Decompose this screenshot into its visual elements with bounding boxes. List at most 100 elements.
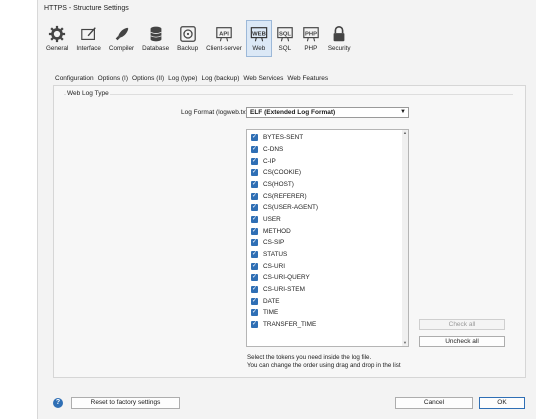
toolbar-backup[interactable]: Backup [173, 20, 202, 57]
toolbar-label: Backup [177, 45, 199, 52]
toolbar-web[interactable]: WEB Web [245, 20, 272, 57]
checkbox[interactable]: ✓ [251, 169, 258, 176]
toolbar-security[interactable]: Security [324, 20, 355, 57]
tab-log-backup[interactable]: Log (backup) [199, 73, 241, 84]
list-item[interactable]: ✓ DATE [251, 296, 280, 307]
list-item[interactable]: ✓ CS(HOST) [251, 179, 294, 190]
toolbar-label: Database [142, 45, 170, 52]
checkbox[interactable]: ✓ [251, 181, 258, 188]
svg-text:API: API [219, 31, 229, 37]
log-type-panel: Web Log Type Log Format (logweb.txt): EL… [53, 85, 526, 378]
toolbar-interface[interactable]: Interface [72, 20, 105, 57]
toolbar: General Interface Compiler Database Back… [42, 20, 355, 58]
web-icon: WEB [250, 27, 268, 42]
token-label: CS(HOST) [263, 181, 294, 188]
token-label: CS(USER-AGENT) [263, 204, 319, 211]
list-item[interactable]: ✓ BYTES-SENT [251, 132, 303, 143]
checkbox[interactable]: ✓ [251, 216, 258, 223]
list-item[interactable]: ✓ CS-URI-QUERY [251, 272, 310, 283]
token-label: CS-URI-QUERY [263, 274, 310, 281]
tab-log-type[interactable]: Log (type) [166, 73, 199, 84]
log-format-label: Log Format (logweb.txt): [181, 109, 252, 116]
checkbox[interactable]: ✓ [251, 274, 258, 281]
token-label: CS(REFERER) [263, 193, 307, 200]
checkbox[interactable]: ✓ [251, 134, 258, 141]
checkbox[interactable]: ✓ [251, 251, 258, 258]
toolbar-label: Web [252, 45, 266, 52]
checkbox[interactable]: ✓ [251, 193, 258, 200]
group-divider [64, 94, 513, 95]
toolbar-label: PHP [304, 45, 318, 52]
toolbar-label: Compiler [108, 45, 135, 52]
list-item[interactable]: ✓ CS-URI [251, 261, 285, 272]
list-item[interactable]: ✓ TRANSFER_TIME [251, 319, 316, 330]
help-icon[interactable]: ? [53, 398, 63, 408]
token-label: CS-URI [263, 263, 286, 270]
tab-options-1[interactable]: Options (I) [96, 73, 130, 84]
token-label: CS(COOKIE) [263, 169, 301, 176]
checkbox[interactable]: ✓ [251, 204, 258, 211]
checkbox[interactable]: ✓ [251, 263, 258, 270]
tab-web-features[interactable]: Web Features [285, 73, 330, 84]
checkbox[interactable]: ✓ [251, 239, 258, 246]
checkbox[interactable]: ✓ [251, 158, 258, 165]
uncheck-all-button[interactable]: Uncheck all [419, 336, 505, 347]
tab-strip: Configuration Options (I) Options (II) L… [53, 73, 330, 84]
gear-icon [49, 25, 66, 43]
token-label: STATUS [263, 251, 288, 258]
checkbox[interactable]: ✓ [251, 286, 258, 293]
list-item[interactable]: ✓ C-IP [251, 156, 276, 167]
token-list-scrollbar[interactable]: ▲ ▼ [402, 130, 408, 346]
scroll-down-icon[interactable]: ▼ [402, 340, 408, 346]
toolbar-label: Security [327, 45, 351, 52]
database-icon [150, 26, 162, 42]
checkbox[interactable]: ✓ [251, 146, 258, 153]
list-item[interactable]: ✓ C-DNS [251, 144, 283, 155]
list-item[interactable]: ✓ STATUS [251, 249, 287, 260]
log-format-value: ELF (Extended Log Format) [250, 109, 336, 116]
tab-configuration[interactable]: Configuration [53, 73, 96, 84]
reset-factory-button[interactable]: Reset to factory settings [71, 397, 180, 409]
toolbar-php[interactable]: PHP PHP [298, 20, 324, 57]
tab-web-services[interactable]: Web Services [241, 73, 285, 84]
interface-icon [80, 27, 96, 40]
check-all-button[interactable]: Check all [419, 319, 505, 330]
checkbox[interactable]: ✓ [251, 228, 258, 235]
token-label: TIME [263, 309, 279, 316]
list-item[interactable]: ✓ CS-SIP [251, 237, 284, 248]
list-item[interactable]: ✓ USER [251, 214, 281, 225]
token-label: DATE [263, 298, 280, 305]
token-label: METHOD [263, 228, 291, 235]
token-label: CS-SIP [263, 239, 285, 246]
log-format-select[interactable]: ELF (Extended Log Format) ▼ [246, 107, 409, 118]
toolbar-client-server[interactable]: API Client-server [202, 20, 246, 57]
token-list[interactable]: ✓ BYTES-SENT ✓ C-DNS ✓ C-IP ✓ CS(COOKIE) ✓ CS… [246, 129, 409, 347]
token-label: TRANSFER_TIME [263, 321, 317, 328]
list-item[interactable]: ✓ CS(USER-AGENT) [251, 202, 318, 213]
ok-button[interactable]: OK [479, 397, 525, 409]
toolbar-label: Client-server [206, 45, 242, 52]
tab-options-2[interactable]: Options (II) [130, 73, 166, 84]
token-label: C-IP [263, 158, 276, 165]
cancel-button[interactable]: Cancel [395, 397, 473, 409]
list-item[interactable]: ✓ METHOD [251, 226, 291, 237]
toolbar-label: SQL [278, 45, 292, 52]
list-item[interactable]: ✓ TIME [251, 307, 278, 318]
list-item[interactable]: ✓ CS(REFERER) [251, 191, 307, 202]
checkbox[interactable]: ✓ [251, 321, 258, 328]
checkbox[interactable]: ✓ [251, 309, 258, 316]
list-item[interactable]: ✓ CS-URI-STEM [251, 284, 305, 295]
toolbar-database[interactable]: Database [138, 20, 173, 57]
group-title: Web Log Type [66, 90, 110, 97]
list-item[interactable]: ✓ CS(COOKIE) [251, 167, 301, 178]
toolbar-compiler[interactable]: Compiler [105, 20, 138, 57]
svg-text:SQL: SQL [279, 31, 291, 37]
php-icon: PHP [303, 27, 319, 42]
toolbar-sql[interactable]: SQL SQL [272, 20, 298, 57]
hint-line: Select the tokens you need inside the lo… [247, 354, 372, 361]
checkbox[interactable]: ✓ [251, 298, 258, 305]
chevron-down-icon: ▼ [400, 109, 406, 115]
toolbar-general[interactable]: General [42, 20, 72, 57]
scroll-up-icon[interactable]: ▲ [402, 130, 408, 136]
toolbar-label: Interface [76, 45, 101, 52]
